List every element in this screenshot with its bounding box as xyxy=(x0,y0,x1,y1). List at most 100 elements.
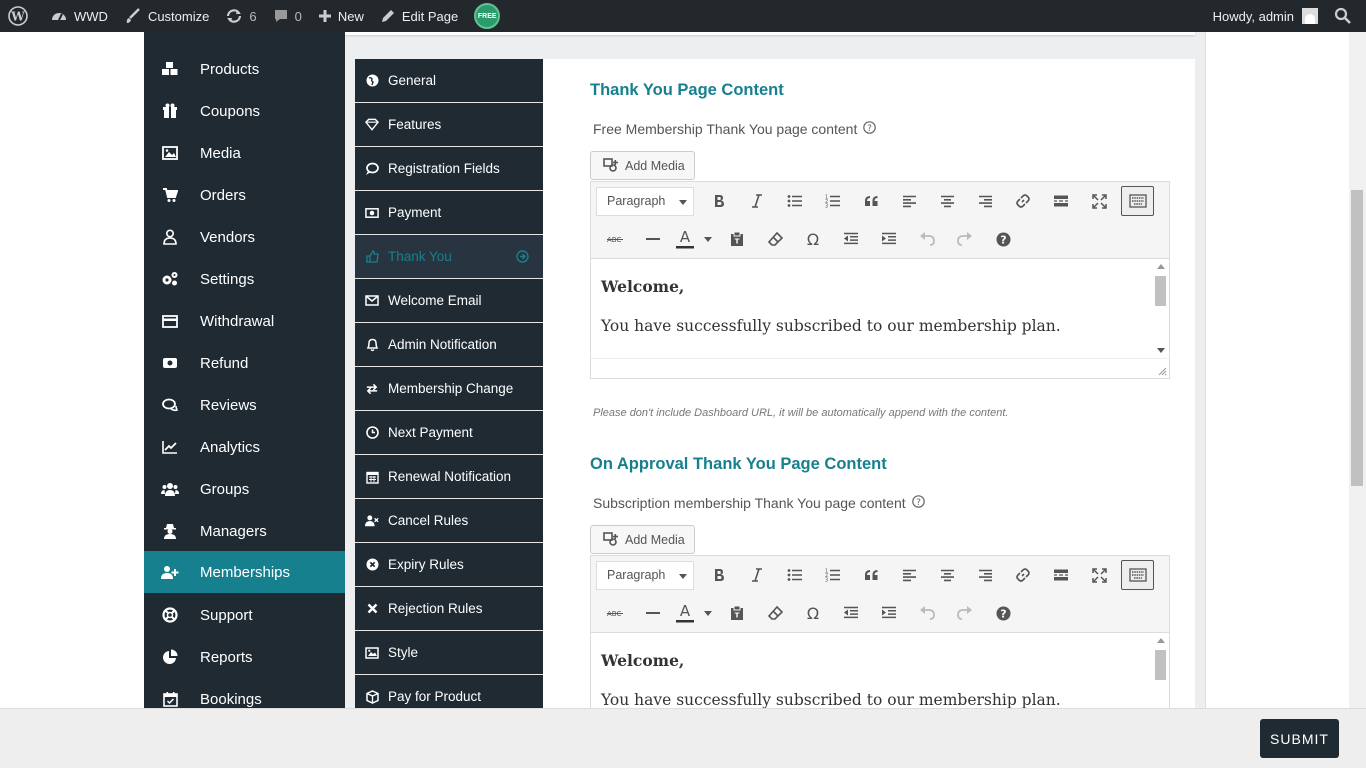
toolbar-toggle-button[interactable] xyxy=(1121,186,1154,216)
text-color-button[interactable]: A xyxy=(672,598,698,628)
sidebar-item-managers[interactable]: Managers xyxy=(144,510,345,552)
tab-registration-fields[interactable]: Registration Fields xyxy=(355,147,543,191)
add-media-button[interactable]: Add Media xyxy=(590,151,695,180)
sidebar-item-coupons[interactable]: Coupons xyxy=(144,90,345,132)
wordpress-logo-button[interactable]: W xyxy=(0,0,42,32)
align-right-button[interactable] xyxy=(966,560,1004,590)
paste-text-button[interactable]: T xyxy=(718,598,756,628)
text-color-dropdown[interactable] xyxy=(698,598,718,628)
tab-membership-change[interactable]: Membership Change xyxy=(355,367,543,411)
help-icon[interactable]: ? xyxy=(863,121,877,137)
tab-style[interactable]: Style xyxy=(355,631,543,675)
strikethrough-button[interactable]: ABC xyxy=(596,224,634,254)
blockquote-button[interactable] xyxy=(852,560,890,590)
bullet-list-button[interactable] xyxy=(776,560,814,590)
read-more-button[interactable] xyxy=(1042,186,1080,216)
help-icon[interactable]: ? xyxy=(911,495,925,511)
numbered-list-button[interactable]: 123 xyxy=(814,560,852,590)
keyboard-shortcuts-button[interactable]: ? xyxy=(984,598,1022,628)
tab-features[interactable]: Features xyxy=(355,103,543,147)
align-center-button[interactable] xyxy=(928,186,966,216)
bold-button[interactable] xyxy=(700,186,738,216)
align-left-button[interactable] xyxy=(890,186,928,216)
sidebar-item-withdrawal[interactable]: Withdrawal xyxy=(144,300,345,342)
insert-link-button[interactable] xyxy=(1004,560,1042,590)
tab-admin-notification[interactable]: Admin Notification xyxy=(355,323,543,367)
bullet-list-button[interactable] xyxy=(776,186,814,216)
site-name-link[interactable]: WWD xyxy=(42,0,116,32)
indent-button[interactable] xyxy=(870,598,908,628)
text-color-button[interactable]: A xyxy=(672,224,698,254)
submit-button[interactable]: SUBMIT xyxy=(1260,719,1339,758)
resize-handle-icon[interactable] xyxy=(1158,367,1167,376)
bold-button[interactable] xyxy=(700,560,738,590)
outdent-button[interactable] xyxy=(832,224,870,254)
indent-button[interactable] xyxy=(870,224,908,254)
comments-link[interactable]: 0 xyxy=(265,0,310,32)
editor-scrollbar-thumb[interactable] xyxy=(1155,650,1166,680)
scroll-down-icon[interactable] xyxy=(1157,348,1165,353)
page-scrollbar-thumb[interactable] xyxy=(1351,190,1363,486)
format-select[interactable]: Paragraph xyxy=(596,186,694,216)
tab-payment[interactable]: Payment xyxy=(355,191,543,235)
tab-expiry-rules[interactable]: Expiry Rules xyxy=(355,543,543,587)
align-right-button[interactable] xyxy=(966,186,1004,216)
sidebar-item-groups[interactable]: Groups xyxy=(144,468,345,510)
sidebar-item-vendors[interactable]: Vendors xyxy=(144,216,345,258)
tab-thank-you[interactable]: Thank You xyxy=(355,235,543,279)
toolbar-toggle-button[interactable] xyxy=(1121,560,1154,590)
horizontal-line-button[interactable] xyxy=(634,598,672,628)
sidebar-item-orders[interactable]: Orders xyxy=(144,174,345,216)
sidebar-item-media[interactable]: Media xyxy=(144,132,345,174)
special-character-button[interactable]: Ω xyxy=(794,224,832,254)
italic-button[interactable] xyxy=(738,186,776,216)
clear-formatting-button[interactable] xyxy=(756,598,794,628)
tab-rejection-rules[interactable]: Rejection Rules xyxy=(355,587,543,631)
editor-scrollbar-thumb[interactable] xyxy=(1155,276,1166,306)
sidebar-item-refund[interactable]: Refund xyxy=(144,342,345,384)
align-left-button[interactable] xyxy=(890,560,928,590)
tab-general[interactable]: General xyxy=(355,59,543,103)
editor-scrollbar[interactable] xyxy=(1152,259,1169,358)
special-character-button[interactable]: Ω xyxy=(794,598,832,628)
clear-formatting-button[interactable] xyxy=(756,224,794,254)
horizontal-line-button[interactable] xyxy=(634,224,672,254)
sidebar-item-memberships[interactable]: Memberships xyxy=(144,551,345,593)
format-select[interactable]: Paragraph xyxy=(596,560,694,590)
align-center-button[interactable] xyxy=(928,560,966,590)
fullscreen-button[interactable] xyxy=(1080,560,1118,590)
updates-link[interactable]: 6 xyxy=(217,0,264,32)
insert-link-button[interactable] xyxy=(1004,186,1042,216)
sidebar-item-bookings[interactable]: Bookings xyxy=(144,678,345,708)
tab-next-payment[interactable]: Next Payment xyxy=(355,411,543,455)
redo-button[interactable] xyxy=(946,224,984,254)
scroll-up-icon[interactable] xyxy=(1157,638,1165,643)
page-scrollbar[interactable] xyxy=(1349,32,1366,768)
text-color-dropdown[interactable] xyxy=(698,224,718,254)
read-more-button[interactable] xyxy=(1042,560,1080,590)
edit-page-link[interactable]: Edit Page xyxy=(372,0,466,32)
blockquote-button[interactable] xyxy=(852,186,890,216)
sidebar-item-settings[interactable]: Settings xyxy=(144,258,345,300)
account-menu[interactable]: Howdy, admin xyxy=(1205,0,1326,32)
numbered-list-button[interactable]: 123 xyxy=(814,186,852,216)
plugin-badge-link[interactable]: FREE xyxy=(466,0,508,32)
redo-button[interactable] xyxy=(946,598,984,628)
sidebar-item-reports[interactable]: Reports xyxy=(144,636,345,678)
customize-link[interactable]: Customize xyxy=(116,0,217,32)
tab-welcome-email[interactable]: Welcome Email xyxy=(355,279,543,323)
editor-content-area[interactable]: Welcome, You have successfully subscribe… xyxy=(591,258,1169,358)
undo-button[interactable] xyxy=(908,598,946,628)
keyboard-shortcuts-button[interactable]: ? xyxy=(984,224,1022,254)
italic-button[interactable] xyxy=(738,560,776,590)
outdent-button[interactable] xyxy=(832,598,870,628)
sidebar-item-reviews[interactable]: Reviews xyxy=(144,384,345,426)
undo-button[interactable] xyxy=(908,224,946,254)
paste-text-button[interactable]: T xyxy=(718,224,756,254)
tab-renewal-notification[interactable]: Renewal Notification xyxy=(355,455,543,499)
fullscreen-button[interactable] xyxy=(1080,186,1118,216)
scroll-up-icon[interactable] xyxy=(1157,264,1165,269)
sidebar-item-analytics[interactable]: Analytics xyxy=(144,426,345,468)
new-content-link[interactable]: New xyxy=(310,0,372,32)
admin-search-button[interactable] xyxy=(1326,0,1366,32)
